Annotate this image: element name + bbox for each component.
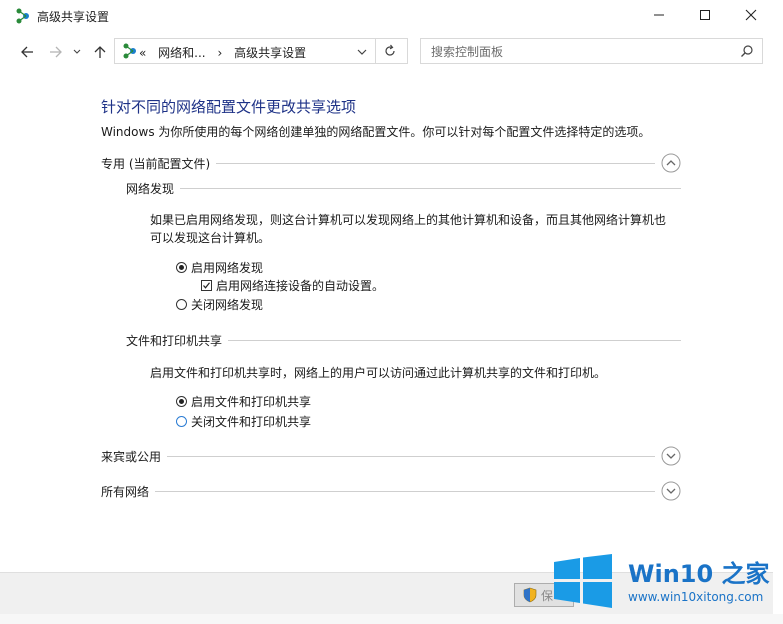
chevron-down-icon[interactable] [661, 446, 681, 466]
forward-button[interactable] [46, 42, 66, 62]
file-sharing-text: 启用文件和打印机共享时，网络上的用户可以访问通过此计算机共享的文件和打印机。 [150, 366, 607, 380]
network-icon [123, 43, 136, 59]
refresh-icon [385, 44, 395, 56]
radio-network-discovery-off[interactable]: 关闭网络发现 [176, 296, 263, 312]
network-icon [16, 8, 29, 24]
search-icon[interactable] [740, 44, 754, 58]
close-button[interactable] [728, 0, 773, 30]
window-title: 高级共享设置 [37, 10, 110, 24]
divider [126, 188, 681, 189]
shield-icon [523, 587, 537, 603]
profile-guest-header[interactable]: 来宾或公用 [101, 446, 681, 466]
file-sharing-title: 文件和打印机共享 [126, 332, 229, 349]
windows-logo-icon [554, 554, 612, 608]
arrow-up-icon [94, 46, 106, 58]
breadcrumb-overflow[interactable]: « [139, 46, 146, 60]
radio-label: 启用文件和打印机共享 [191, 394, 312, 409]
profile-all-label: 所有网络 [101, 483, 156, 500]
watermark: Win10 之家 www.win10xitong.com [546, 546, 778, 612]
profile-all-header[interactable]: 所有网络 [101, 481, 681, 501]
breadcrumb-item-advanced-sharing[interactable]: 高级共享设置 [234, 46, 306, 60]
advanced-sharing-window: 高级共享设置 « 网络和... › 高级共享设置 搜索控制面板 针对不同的网络配… [0, 0, 774, 615]
chevron-up-icon[interactable] [661, 153, 681, 173]
divider [101, 456, 655, 457]
breadcrumb: « 网络和... › 高级共享设置 [139, 44, 314, 61]
minimize-button[interactable] [636, 0, 682, 30]
divider [101, 491, 655, 492]
divider [375, 39, 376, 63]
recent-locations-button[interactable] [70, 42, 84, 62]
refresh-button[interactable] [379, 42, 401, 60]
background-window-edge [773, 0, 783, 624]
file-sharing-header: 文件和打印机共享 [126, 331, 681, 349]
radio-unselected[interactable] [176, 298, 187, 310]
radio-file-sharing-off[interactable]: 关闭文件和打印机共享 [176, 413, 311, 429]
maximize-button[interactable] [682, 0, 728, 30]
page-title: 针对不同的网络配置文件更改共享选项 [101, 98, 357, 116]
radio-unselected[interactable] [176, 415, 187, 427]
checkbox-auto-setup[interactable]: 启用网络连接设备的自动设置。 [201, 277, 384, 293]
arrow-left-icon [21, 46, 33, 58]
address-bar[interactable]: « 网络和... › 高级共享设置 [114, 38, 408, 64]
network-discovery-title: 网络发现 [126, 180, 181, 197]
checkmark-icon [203, 281, 210, 289]
checkbox-label: 启用网络连接设备的自动设置。 [216, 278, 385, 293]
radio-label: 启用网络发现 [191, 260, 264, 275]
profile-private-header[interactable]: 专用 (当前配置文件) [101, 153, 681, 173]
radio-label: 关闭网络发现 [191, 297, 264, 312]
breadcrumb-separator[interactable]: › [217, 46, 222, 60]
arrow-right-icon [50, 46, 62, 58]
watermark-url: www.win10xitong.com [628, 590, 764, 604]
radio-selected[interactable] [176, 261, 187, 273]
maximize-icon [700, 10, 710, 20]
breadcrumb-item-network[interactable]: 网络和... [158, 46, 205, 60]
watermark-brand: Win10 之家 [628, 560, 770, 588]
radio-network-discovery-on[interactable]: 启用网络发现 [176, 259, 263, 275]
back-button[interactable] [17, 42, 37, 62]
checkbox-checked[interactable] [201, 279, 212, 291]
network-discovery-text: 如果已启用网络发现，则这台计算机可以发现网络上的其他计算机和设备，而且其他网络计… [150, 213, 667, 245]
chevron-down-icon[interactable] [661, 481, 681, 501]
chevron-down-icon [73, 49, 81, 54]
search-input[interactable] [429, 43, 733, 61]
radio-label: 关闭文件和打印机共享 [191, 414, 312, 429]
network-discovery-header: 网络发现 [126, 179, 681, 197]
radio-selected[interactable] [176, 395, 187, 407]
up-button[interactable] [90, 42, 110, 62]
search-box[interactable] [420, 38, 763, 64]
profile-guest-label: 来宾或公用 [101, 448, 168, 465]
main-content: 针对不同的网络配置文件更改共享选项 Windows 为你所使用的每个网络创建单独… [0, 72, 773, 572]
minimize-icon [654, 14, 664, 16]
radio-file-sharing-on[interactable]: 启用文件和打印机共享 [176, 393, 311, 409]
profile-private-label: 专用 (当前配置文件) [101, 155, 217, 172]
close-icon [745, 9, 757, 21]
page-description: Windows 为你所使用的每个网络创建单独的网络配置文件。你可以针对每个配置文… [101, 125, 651, 139]
title-bar[interactable]: 高级共享设置 [0, 0, 773, 32]
chevron-down-icon[interactable] [355, 45, 369, 59]
background-taskbar-edge [0, 614, 783, 624]
